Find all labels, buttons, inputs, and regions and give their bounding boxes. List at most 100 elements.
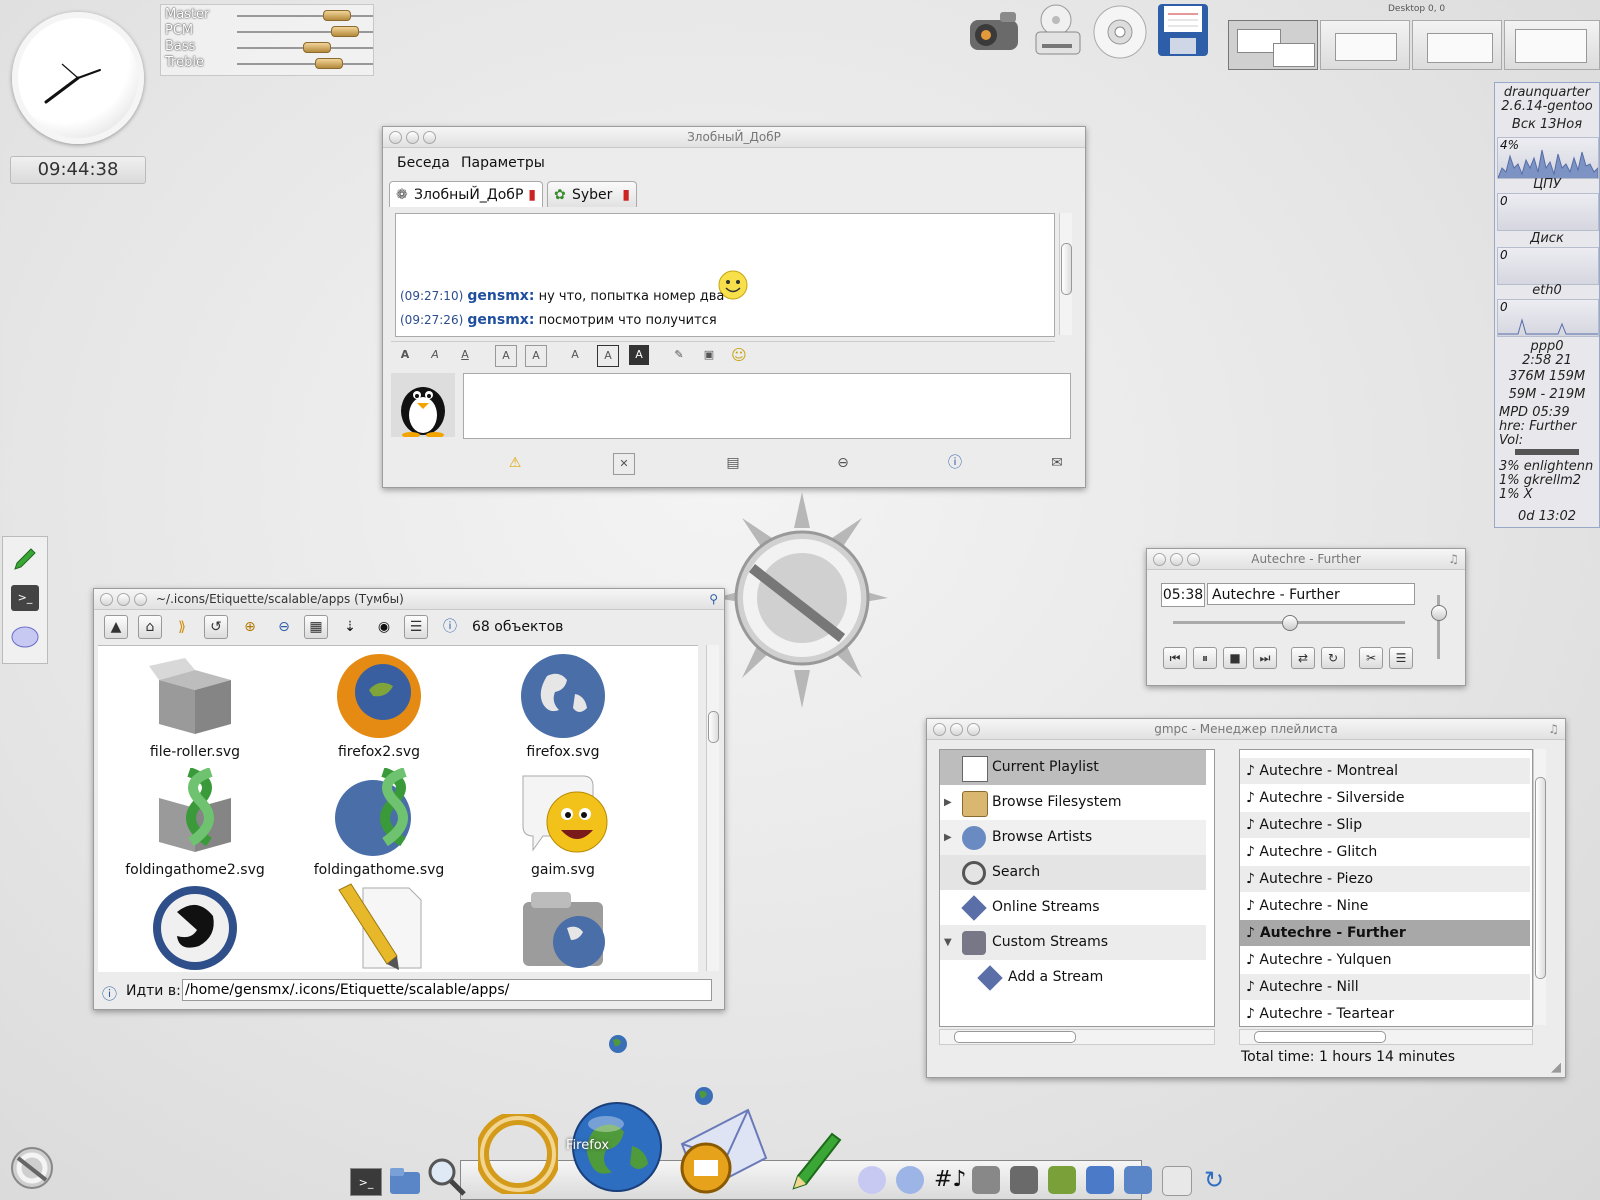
minimize-button[interactable] bbox=[406, 131, 419, 144]
close-button[interactable] bbox=[933, 723, 946, 736]
font-face-button[interactable]: A bbox=[565, 345, 585, 365]
nav-browse-artists[interactable]: ▶ Browse Artists bbox=[940, 820, 1206, 855]
chat-scrollbar[interactable] bbox=[1059, 213, 1072, 335]
file-item[interactable] bbox=[294, 882, 464, 972]
bold-button[interactable]: A bbox=[395, 345, 415, 365]
search-icon[interactable] bbox=[426, 1156, 466, 1196]
zoom-out-icon[interactable]: ⊖ bbox=[272, 615, 296, 639]
lifebuoy-icon[interactable] bbox=[478, 1114, 558, 1194]
mixer-slider-knob[interactable] bbox=[323, 10, 351, 21]
file-item[interactable]: gaim.svg bbox=[478, 768, 648, 878]
cdrom-icon[interactable] bbox=[1092, 4, 1148, 60]
file-item[interactable]: firefox.svg bbox=[478, 650, 648, 760]
menu-conversation[interactable]: Беседа bbox=[397, 155, 450, 171]
song-row[interactable]: ♪ Autechre - Nine bbox=[1240, 893, 1530, 919]
pencil-icon[interactable] bbox=[11, 545, 39, 573]
speaker-tray-icon[interactable] bbox=[972, 1166, 1000, 1194]
nav-browse-filesystem[interactable]: ▶ Browse Filesystem bbox=[940, 785, 1206, 820]
file-item[interactable]: foldingathome.svg bbox=[294, 767, 464, 878]
maximize-button[interactable] bbox=[423, 131, 436, 144]
songlist-scrollbar[interactable] bbox=[1533, 749, 1546, 1025]
fm-scrollbar[interactable] bbox=[706, 645, 719, 971]
floppy-icon[interactable] bbox=[1156, 2, 1210, 58]
file-item[interactable] bbox=[110, 882, 280, 972]
close-button[interactable] bbox=[389, 131, 402, 144]
minimize-button[interactable] bbox=[950, 723, 963, 736]
message-input[interactable] bbox=[463, 373, 1071, 439]
update-tray-icon[interactable]: ↻ bbox=[1200, 1166, 1228, 1194]
pager-desktop-1[interactable] bbox=[1228, 20, 1318, 70]
irc-tray-icon[interactable]: #♪ bbox=[934, 1166, 966, 1194]
random-button[interactable]: ⇄ bbox=[1291, 647, 1315, 669]
search-icon[interactable]: ⚲ bbox=[709, 589, 718, 609]
nav-online-streams[interactable]: Online Streams bbox=[940, 890, 1206, 925]
chat-tray-icon[interactable] bbox=[858, 1166, 886, 1194]
messenger-tray-icon[interactable] bbox=[896, 1166, 924, 1194]
minimize-button[interactable] bbox=[117, 593, 130, 606]
sort-icon[interactable]: ⇣ bbox=[338, 615, 362, 639]
italic-button[interactable]: A bbox=[425, 345, 445, 365]
video-tray-icon[interactable] bbox=[1010, 1166, 1038, 1194]
seek-knob[interactable] bbox=[1282, 615, 1298, 631]
close-button[interactable] bbox=[1153, 553, 1166, 566]
tab-chat-1[interactable]: ❁ ЗлобныЙ_ДобР ▮ bbox=[389, 181, 543, 207]
file-transfer-icon[interactable]: ▤ bbox=[723, 453, 743, 473]
home-button[interactable]: ⌂ bbox=[138, 615, 162, 639]
close-tab-icon[interactable]: ▮ bbox=[528, 182, 536, 208]
bg-color-button[interactable]: A bbox=[629, 345, 649, 365]
underline-button[interactable]: A bbox=[455, 345, 475, 365]
song-row[interactable]: ♪ Autechre - Further bbox=[1240, 920, 1530, 946]
song-row[interactable]: ♪ Autechre - Nill bbox=[1240, 974, 1530, 1000]
song-row[interactable]: ♪ Autechre - Glitch bbox=[1240, 839, 1530, 865]
nav-add-stream[interactable]: Add a Stream bbox=[940, 960, 1206, 995]
menu-options[interactable]: Параметры bbox=[461, 155, 545, 171]
song-row[interactable]: ♪ Autechre - Slip bbox=[1240, 812, 1530, 838]
chat-icon[interactable] bbox=[11, 625, 39, 651]
globe-icon[interactable] bbox=[694, 1086, 714, 1106]
file-item[interactable]: file-roller.svg bbox=[110, 650, 280, 760]
notes-tray-icon[interactable] bbox=[1162, 1166, 1192, 1196]
song-row[interactable]: ♪ Autechre - Montreal bbox=[1240, 758, 1530, 784]
next-button[interactable]: ⏭ bbox=[1253, 647, 1277, 669]
link-icon[interactable]: ✎ bbox=[669, 345, 689, 365]
editor-pencil-icon[interactable] bbox=[788, 1128, 844, 1192]
font-smaller-button[interactable]: A bbox=[525, 345, 547, 367]
song-row[interactable]: ♪ Autechre - Silverside bbox=[1240, 785, 1530, 811]
songlist-hscrollbar[interactable] bbox=[1239, 1029, 1533, 1045]
mixer-slider-knob[interactable] bbox=[315, 58, 343, 69]
globe-icon[interactable] bbox=[608, 1034, 628, 1054]
network-tray-icon[interactable] bbox=[1086, 1166, 1114, 1194]
mixer-slider-knob[interactable] bbox=[303, 42, 331, 53]
info-icon[interactable]: ⓘ bbox=[945, 453, 965, 473]
mixer-slider-knob[interactable] bbox=[331, 26, 359, 37]
minimize-button[interactable] bbox=[1170, 553, 1183, 566]
pager-desktop-4[interactable] bbox=[1504, 20, 1600, 70]
maximize-button[interactable] bbox=[134, 593, 147, 606]
maximize-button[interactable] bbox=[967, 723, 980, 736]
select-all-button[interactable]: ▦ bbox=[304, 615, 328, 639]
maximize-button[interactable] bbox=[1187, 553, 1200, 566]
printer-tray-icon[interactable] bbox=[1124, 1166, 1152, 1194]
file-item[interactable]: firefox2.svg bbox=[294, 650, 464, 760]
nav-current-playlist[interactable]: Current Playlist bbox=[940, 750, 1206, 785]
song-row[interactable]: ♪ Autechre - Yulquen bbox=[1240, 947, 1530, 973]
fg-color-button[interactable]: A bbox=[597, 345, 619, 367]
enlightenment-menu-icon[interactable] bbox=[8, 1142, 56, 1192]
song-row[interactable]: ♪ Autechre - Teartear bbox=[1240, 1001, 1530, 1026]
view-details-button[interactable]: ☰ bbox=[404, 615, 428, 639]
settings-button[interactable]: ✂ bbox=[1359, 647, 1383, 669]
zoom-in-icon[interactable]: ⊕ bbox=[238, 615, 262, 639]
tree-hscrollbar[interactable] bbox=[939, 1029, 1215, 1045]
nav-search[interactable]: Search bbox=[940, 855, 1206, 890]
gimp-tray-icon[interactable] bbox=[1048, 1166, 1076, 1194]
up-button[interactable]: ▲ bbox=[104, 615, 128, 639]
camera-icon[interactable] bbox=[964, 6, 1024, 58]
prev-button[interactable]: ⏮ bbox=[1163, 647, 1187, 669]
pager-desktop-3[interactable] bbox=[1412, 20, 1502, 70]
volume-knob[interactable] bbox=[1431, 605, 1447, 621]
image-icon[interactable]: ▣ bbox=[699, 345, 719, 365]
smiley-insert-icon[interactable]: ☺ bbox=[729, 345, 749, 365]
file-item[interactable]: foldingathome2.svg bbox=[110, 767, 280, 878]
file-item[interactable] bbox=[478, 882, 648, 972]
terminal-icon[interactable]: >_ bbox=[11, 585, 39, 611]
